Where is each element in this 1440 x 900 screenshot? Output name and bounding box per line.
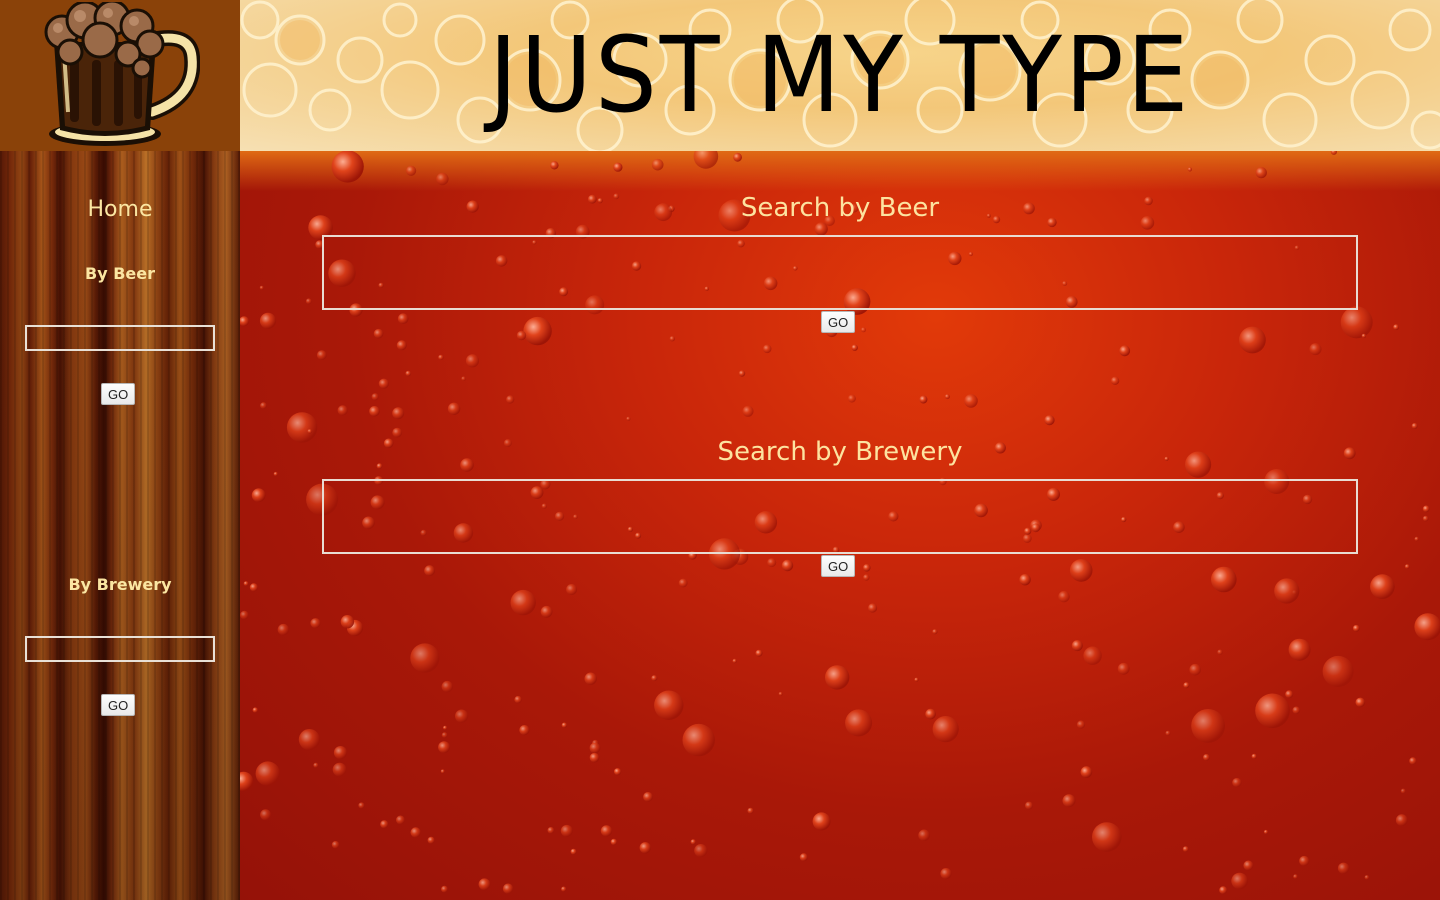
page: JUST MY TYPE Home By Beer GO By Brewery … — [0, 0, 1440, 900]
beer-search-input[interactable] — [322, 235, 1358, 310]
site-title: JUST MY TYPE — [488, 14, 1192, 136]
by-brewery-label: By Brewery — [68, 575, 172, 594]
sidebar-brewery-go-button[interactable]: GO — [101, 694, 136, 716]
main-content: Search by Beer GO Search by Brewery GO — [240, 151, 1440, 900]
sidebar: Home By Beer GO By Brewery GO — [0, 151, 240, 900]
brewery-search-input[interactable] — [322, 479, 1358, 554]
sidebar-beer-go-button[interactable]: GO — [101, 383, 136, 405]
beer-search-go-button[interactable]: GO — [821, 311, 856, 333]
search-by-beer-title: Search by Beer — [740, 193, 940, 223]
brewery-search-go-button[interactable]: GO — [821, 555, 856, 577]
site-header: JUST MY TYPE — [240, 0, 1440, 151]
sidebar-beer-search-input[interactable] — [25, 325, 215, 351]
sidebar-brewery-search-input[interactable] — [25, 636, 215, 662]
search-by-brewery-title: Search by Brewery — [717, 437, 963, 467]
by-beer-label: By Beer — [85, 264, 155, 283]
beer-mug-icon — [44, 2, 200, 146]
logo[interactable] — [0, 0, 240, 151]
nav-home-link[interactable]: Home — [0, 197, 240, 222]
